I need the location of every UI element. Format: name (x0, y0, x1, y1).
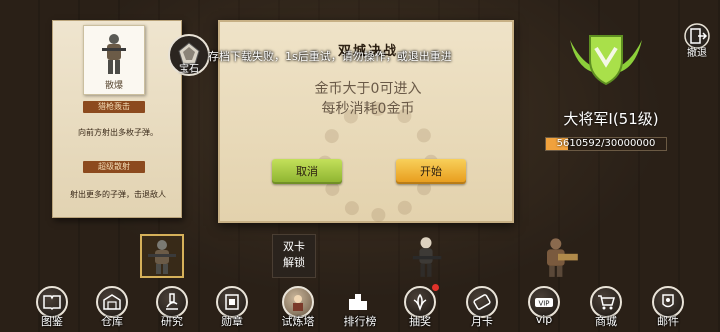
retreat-label: 撤退 (687, 48, 707, 59)
nav-label: 研究 (161, 315, 183, 328)
skill2-desc: 射出更多的子弹，击退敌人 (70, 190, 166, 199)
nav-label: 勋章 (221, 315, 243, 328)
skill-card: 散爆 猎枪轰击 向前方射出多枚子弹。 超级散射 射出更多的子弹，击退敌人 (52, 20, 182, 218)
nav-item-handbook[interactable]: 图鉴 (30, 286, 74, 330)
character-slot-1[interactable] (140, 234, 184, 278)
character-portrait: 散爆 (83, 25, 145, 95)
skill1-name: 猎枪轰击 (83, 101, 145, 113)
rank-badge-icon (570, 35, 642, 86)
nav-label: 月卡 (471, 315, 493, 328)
microscope-icon (166, 293, 178, 310)
character-name: 散爆 (104, 81, 123, 91)
nav-label: 仓库 (101, 315, 123, 328)
heavy-soldier-icon (547, 238, 578, 277)
gem-label: 宝石 (179, 64, 199, 75)
error-toast: 存档下载失败，1s后重试，请勿操作，或退出重进 (208, 50, 452, 63)
warehouse-icon (103, 294, 121, 310)
vip-icon: VIP (535, 298, 553, 308)
character-slot-3[interactable] (536, 234, 580, 278)
book-icon (43, 295, 61, 311)
nav-item-medal[interactable]: 勋章 (210, 286, 254, 330)
nav-label: 试炼塔 (281, 315, 315, 328)
mail-icon (662, 294, 674, 308)
nav-item-warehouse[interactable]: 仓库 (90, 286, 134, 330)
locked-slot[interactable]: 双卡 解锁 (272, 234, 316, 278)
nav-label: 图鉴 (41, 315, 63, 328)
nav-label: 抽奖 (409, 315, 431, 328)
xp-text: 5610592/30000000 (556, 138, 656, 149)
nav-label: vip (535, 313, 553, 326)
tower-icon (293, 295, 303, 311)
notification-dot (432, 284, 439, 291)
nav-item-shop[interactable]: 商城 (584, 286, 628, 330)
nav-item-lottery[interactable]: 抽奖 (398, 284, 442, 330)
medal-icon (225, 294, 239, 310)
nav-label: 排行榜 (343, 315, 377, 328)
ticket-icon (473, 294, 491, 310)
rank-title: 大将军I(51级) (563, 110, 659, 128)
cancel-button[interactable]: 取消 (272, 159, 342, 184)
nav-item-mail[interactable]: 邮件 (646, 286, 690, 330)
dialog-line-2: 每秒消耗0金币 (321, 101, 415, 117)
cart-icon (598, 295, 615, 310)
nav-label: 商城 (595, 315, 617, 328)
start-button[interactable]: 开始 (396, 159, 466, 184)
nav-item-research[interactable]: 研究 (150, 286, 194, 330)
skill2-name: 超级散射 (83, 161, 145, 173)
locked-slot-line1: 双卡 (283, 240, 305, 253)
xp-progress-bar: 5610592/30000000 (545, 137, 667, 151)
nav-item-trial-tower[interactable]: 试炼塔 (276, 286, 320, 330)
nav-label: 邮件 (657, 315, 679, 328)
character-slot-2[interactable] (404, 234, 448, 278)
gift-icon (413, 293, 427, 311)
skill1-desc: 向前方射出多枚子弹。 (78, 128, 158, 137)
nav-item-leaderboard[interactable]: 排行榜 (338, 286, 382, 330)
soldier-icon (148, 240, 176, 274)
soldier-icon (102, 34, 126, 74)
podium-icon (349, 294, 367, 310)
svg-text:VIP: VIP (538, 300, 549, 308)
dialog-line-1: 金币大于0可进入 (314, 81, 422, 97)
female-soldier-icon (412, 237, 442, 277)
nav-item-monthly-card[interactable]: 月卡 (460, 286, 504, 330)
locked-slot-line2: 解锁 (283, 256, 305, 269)
nav-item-vip[interactable]: VIP vip (522, 286, 566, 330)
